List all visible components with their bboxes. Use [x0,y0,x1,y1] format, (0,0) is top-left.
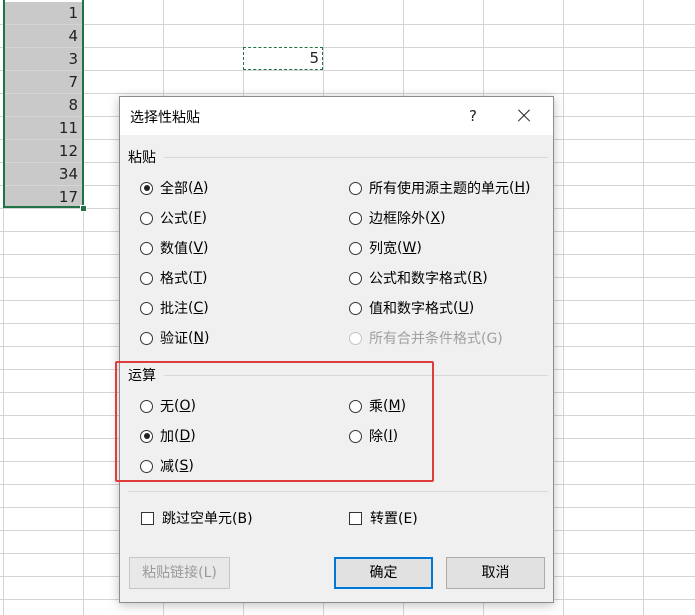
radio-icon [349,301,362,315]
checkbox-icon [141,511,154,525]
radio-icon [140,301,153,315]
radio-icon [140,241,153,255]
grid-line [0,93,695,94]
option-label: 批注 [160,301,188,317]
option-label: 验证 [160,331,188,347]
paste-special-dialog: 选择性粘贴 ? 粘贴 全部(A) 公式(F) 数值(V) 格式(T) 批注(C)… [119,96,554,603]
checkbox-label: 跳过空单元(B) [162,511,253,527]
option-label: 所有合并条件格式(G) [369,331,503,347]
radio-paste-validation[interactable]: 验证(N) [140,327,209,349]
dialog-titlebar[interactable]: 选择性粘贴 ? [120,97,553,135]
option-label: 格式 [160,271,188,287]
radio-paste-formulas[interactable]: 公式(F) [140,207,207,229]
divider [128,491,548,492]
option-label: 公式 [160,211,188,227]
radio-paste-merge-conditional-formats: 所有合并条件格式(G) [349,327,503,349]
option-key: H [514,180,525,196]
radio-paste-all[interactable]: 全部(A) [140,177,209,199]
radio-paste-comments[interactable]: 批注(C) [140,297,209,319]
radio-icon [140,331,153,345]
radio-icon [140,271,153,285]
selection-border [3,0,84,208]
option-key: F [193,210,202,226]
option-label: 全部 [160,181,188,197]
radio-paste-formats[interactable]: 格式(T) [140,267,208,289]
option-key: N [193,330,204,346]
option-label: 数值 [160,241,188,257]
checkbox-label: 转置(E) [370,511,418,527]
option-key: X [430,210,441,226]
checkbox-icon [349,511,362,525]
grid-line [0,24,695,25]
option-key: V [193,240,204,256]
radio-icon [140,211,153,225]
fill-handle[interactable] [80,205,87,212]
grid-line [0,70,695,71]
operation-highlight-box [115,361,434,482]
option-key: W [402,240,417,256]
help-button[interactable]: ? [461,104,485,128]
option-key: U [458,300,469,316]
grid-line [0,47,695,48]
radio-icon [140,181,153,195]
option-label: 所有使用源主题的单元 [369,181,509,197]
option-label: 值和数字格式 [369,301,453,317]
option-key: R [472,270,483,286]
ok-button[interactable]: 确定 [334,557,433,589]
radio-icon [349,331,362,345]
radio-icon [349,241,362,255]
paste-link-button: 粘贴链接(L) [129,557,230,589]
copied-cell[interactable]: 5 [243,47,323,70]
dialog-title: 选择性粘贴 [130,110,200,126]
radio-paste-values-number-formats[interactable]: 值和数字格式(U) [349,297,474,319]
option-key: T [193,270,203,286]
radio-paste-formulas-number-formats[interactable]: 公式和数字格式(R) [349,267,488,289]
radio-paste-column-widths[interactable]: 列宽(W) [349,237,422,259]
cancel-button[interactable]: 取消 [446,557,545,589]
radio-icon [349,181,362,195]
close-icon[interactable] [512,104,536,128]
radio-icon [349,271,362,285]
option-label: 列宽 [369,241,397,257]
radio-paste-values[interactable]: 数值(V) [140,237,209,259]
radio-icon [349,211,362,225]
option-key: A [193,180,204,196]
skip-blanks-checkbox[interactable]: 跳过空单元(B) [141,507,253,529]
option-label: 公式和数字格式 [369,271,467,287]
option-label: 边框除外 [369,211,425,227]
radio-paste-no-borders[interactable]: 边框除外(X) [349,207,446,229]
paste-group-label: 粘贴 [128,150,156,166]
option-key: C [193,300,204,316]
radio-paste-source-theme[interactable]: 所有使用源主题的单元(H) [349,177,530,199]
divider [164,157,548,158]
transpose-checkbox[interactable]: 转置(E) [349,507,418,529]
